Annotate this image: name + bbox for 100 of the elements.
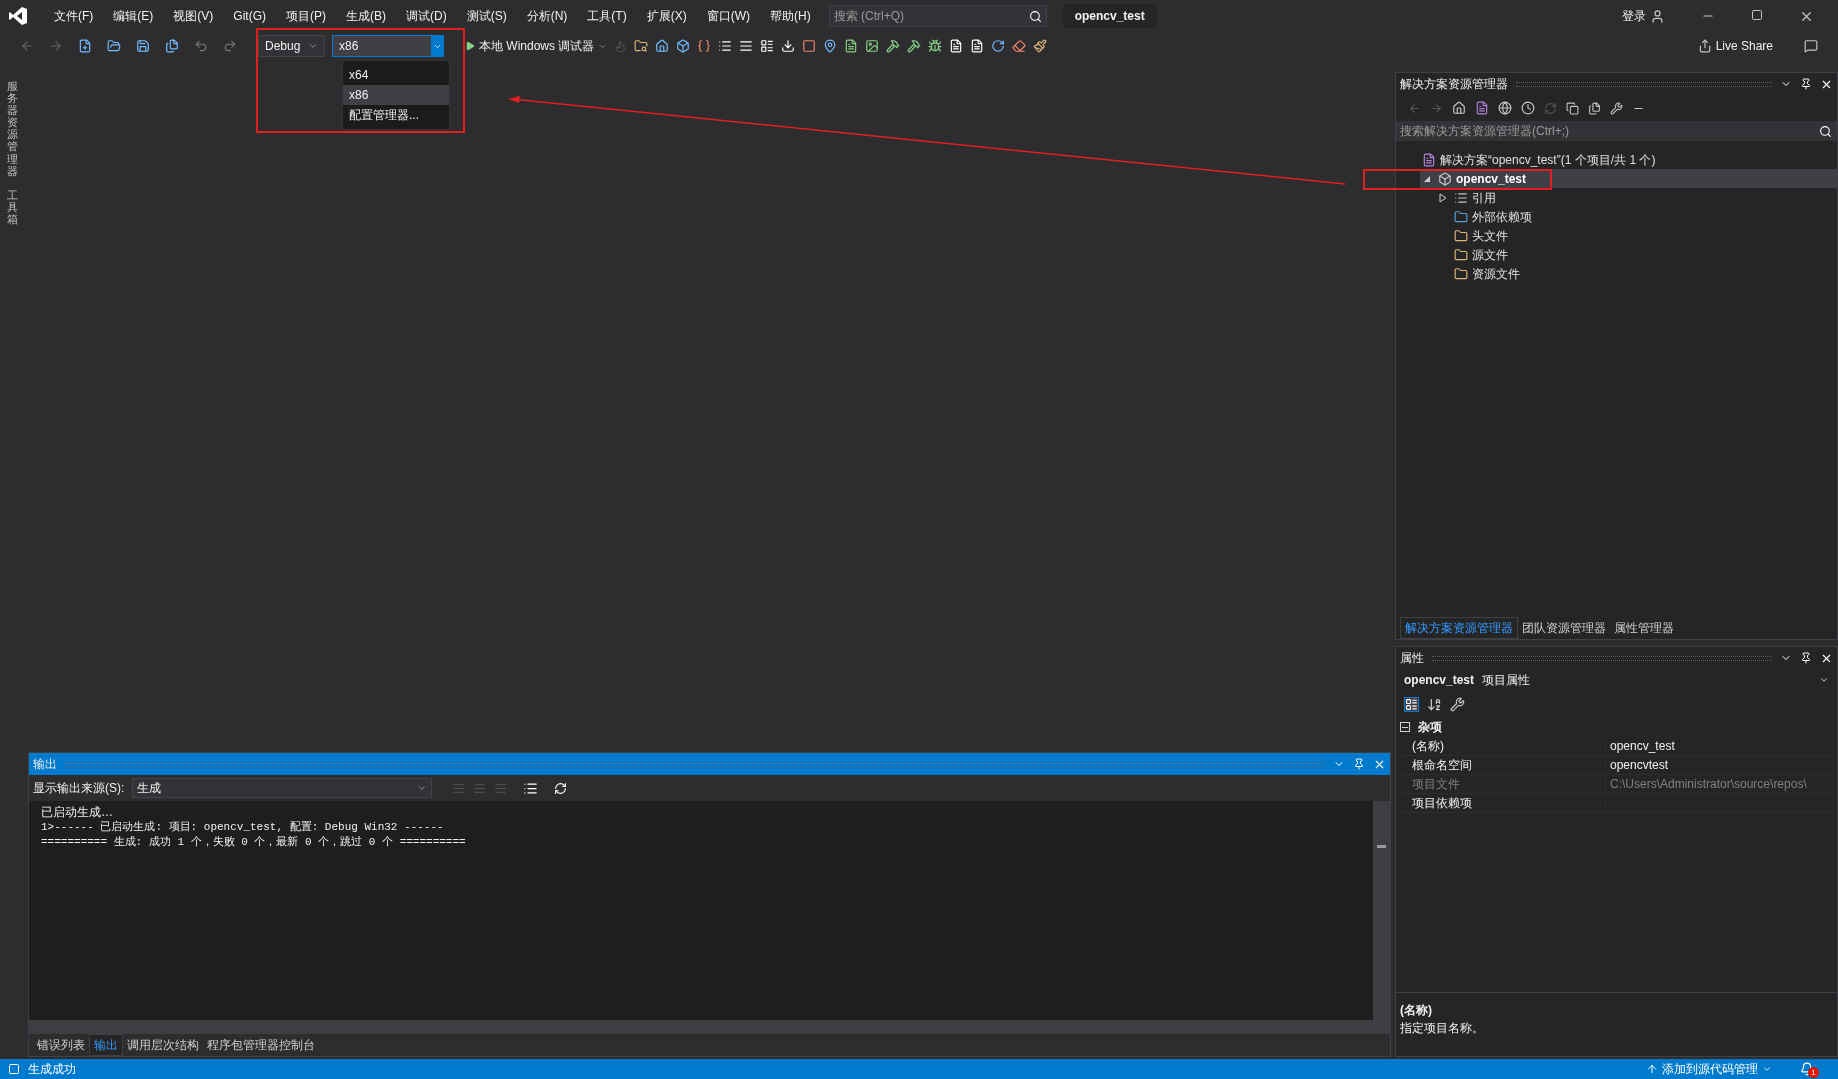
tree-item[interactable]: 资源文件 <box>1436 264 1837 283</box>
configuration-dropdown[interactable]: Debug <box>258 35 325 57</box>
property-value[interactable]: opencvtest <box>1606 756 1669 774</box>
menu-item[interactable]: 帮助(H) <box>760 7 821 25</box>
description-title: (名称) <box>1400 1002 1433 1019</box>
clock-icon[interactable] <box>1521 101 1535 115</box>
notification-icon[interactable] <box>1800 1062 1814 1076</box>
panel-tab[interactable]: 输出 <box>89 1034 123 1056</box>
menu-item[interactable]: 文件(F) <box>44 7 104 25</box>
pin-icon[interactable] <box>1800 78 1812 90</box>
menu-option[interactable]: 配置管理器... <box>343 105 449 125</box>
source-control-button[interactable]: 添加到源代码管理 <box>1646 1060 1772 1078</box>
property-value[interactable]: opencv_test <box>1606 737 1675 755</box>
open-folder-icon[interactable] <box>107 39 121 53</box>
menu-option[interactable]: x86 <box>343 85 449 105</box>
menu-item[interactable]: 项目(P) <box>276 7 336 25</box>
menu-item[interactable]: 调试(D) <box>396 7 457 25</box>
object-selector[interactable]: opencv_test 项目属性 <box>1396 669 1837 691</box>
bug-icon[interactable] <box>928 39 943 53</box>
globe-icon[interactable] <box>1498 101 1512 115</box>
category-label: 杂项 <box>1418 719 1442 736</box>
tree-item[interactable]: 引用 <box>1436 188 1837 207</box>
pin-icon[interactable] <box>1800 652 1812 664</box>
alphabetical-icon[interactable] <box>1427 696 1442 712</box>
logo-icon[interactable] <box>8 6 28 26</box>
menu-item[interactable]: 扩展(X) <box>636 7 697 25</box>
hammer-icon[interactable] <box>907 39 922 53</box>
tree-item-label: 资源文件 <box>1472 265 1520 283</box>
wrench-icon[interactable] <box>1610 101 1623 115</box>
categorized-icon[interactable] <box>1404 696 1419 712</box>
hammer-icon[interactable] <box>886 39 901 53</box>
home-icon[interactable] <box>1452 101 1466 115</box>
redo-icon[interactable] <box>223 39 237 53</box>
start-debugger-button[interactable]: 本地 Windows 调试器 <box>465 37 608 55</box>
brush-icon[interactable] <box>1033 39 1048 53</box>
tree-item[interactable]: 源文件 <box>1436 245 1837 264</box>
map-pin-icon[interactable] <box>823 39 838 53</box>
panel-tab[interactable]: 属性管理器 <box>1610 617 1678 639</box>
tree-item-label: 外部依赖项 <box>1472 208 1532 226</box>
panel-tab[interactable]: 团队资源管理器 <box>1518 617 1610 639</box>
menu-item[interactable]: 视图(V) <box>163 7 224 25</box>
panel-tab[interactable]: 调用层次结构 <box>123 1034 203 1056</box>
eraser-icon[interactable] <box>1012 39 1027 53</box>
vertical-scrollbar[interactable] <box>1373 801 1390 1020</box>
user-add-icon[interactable] <box>1650 8 1665 24</box>
references-icon <box>1454 190 1468 205</box>
property-name: 根命名空间 <box>1396 756 1606 774</box>
tree-item[interactable]: 头文件 <box>1436 226 1837 245</box>
menu-item[interactable]: 生成(B) <box>336 7 396 25</box>
menu-item[interactable]: 编辑(E) <box>103 7 164 25</box>
folder-search-icon[interactable] <box>634 39 649 53</box>
collapsed-triangle-icon[interactable] <box>1439 192 1447 203</box>
panel-tab[interactable]: 程序包管理器控制台 <box>203 1034 319 1056</box>
pane-title: 属性 <box>1400 650 1424 667</box>
tree-item[interactable]: opencv_test <box>1420 169 1837 188</box>
lines-icon[interactable] <box>739 39 754 53</box>
image-icon[interactable] <box>865 39 880 53</box>
show-all-files-icon[interactable] <box>1588 101 1601 115</box>
menu-item[interactable]: Git(G) <box>223 7 276 25</box>
new-file-icon[interactable] <box>78 39 92 53</box>
platform-dropdown[interactable]: x86 <box>332 35 444 57</box>
side-tab[interactable]: 工具箱 <box>6 188 18 226</box>
stack-icon[interactable] <box>760 39 775 53</box>
status-message: 生成成功 <box>28 1061 76 1078</box>
live-share-button[interactable]: Live Share <box>1697 37 1773 55</box>
pane-title: 解决方案资源管理器 <box>1400 76 1508 93</box>
tree-item[interactable]: 外部依赖项 <box>1436 207 1837 226</box>
maximize-icon[interactable] <box>1751 8 1763 21</box>
menu-item[interactable]: 窗口(W) <box>696 7 760 25</box>
collapse-toggle-icon[interactable] <box>1400 722 1410 732</box>
feedback-icon[interactable] <box>1804 39 1818 53</box>
menu-item[interactable]: 工具(T) <box>577 7 637 25</box>
braces-icon[interactable] <box>697 39 712 53</box>
download-icon[interactable] <box>781 39 796 53</box>
menu-option[interactable]: x64 <box>343 65 449 85</box>
output-line: 已启动生成… <box>41 805 114 820</box>
undo-icon[interactable] <box>194 39 208 53</box>
menu-item[interactable]: 测试(S) <box>456 7 517 25</box>
description-text: 指定项目名称。 <box>1400 1020 1485 1037</box>
side-tab[interactable]: 服务器资源管理器 <box>6 80 18 177</box>
tree-item[interactable]: 解决方案“opencv_test”(1 个项目/共 1 个) <box>1404 150 1837 169</box>
source-label: 显示输出来源(S): <box>33 780 125 797</box>
notification-badge: 1 <box>1808 1067 1819 1078</box>
menu-item[interactable]: 分析(N) <box>516 7 578 25</box>
search-field[interactable]: 搜索解决方案资源管理器(Ctrl+;) <box>1396 121 1837 141</box>
list-icon[interactable] <box>718 39 733 53</box>
save-icon[interactable] <box>136 39 150 53</box>
property-name: 项目文件 <box>1396 775 1606 793</box>
cube-icon[interactable] <box>676 39 691 53</box>
panel-tab[interactable]: 解决方案资源管理器 <box>1400 617 1518 639</box>
horizontal-scrollbar[interactable] <box>29 1020 1390 1034</box>
panel-tab[interactable]: 错误列表 <box>33 1034 89 1056</box>
refresh-icon[interactable] <box>991 39 1006 53</box>
sign-in-link[interactable]: 登录 <box>1622 7 1646 25</box>
caret-icon <box>1762 1064 1772 1074</box>
expanded-triangle-icon[interactable] <box>1423 174 1431 183</box>
search-field[interactable]: 搜索 (Ctrl+Q) <box>828 5 1047 27</box>
search-icon <box>1819 124 1832 138</box>
source-dropdown[interactable]: 生成 <box>132 778 433 798</box>
solution-name: opencv_test <box>1062 4 1157 28</box>
